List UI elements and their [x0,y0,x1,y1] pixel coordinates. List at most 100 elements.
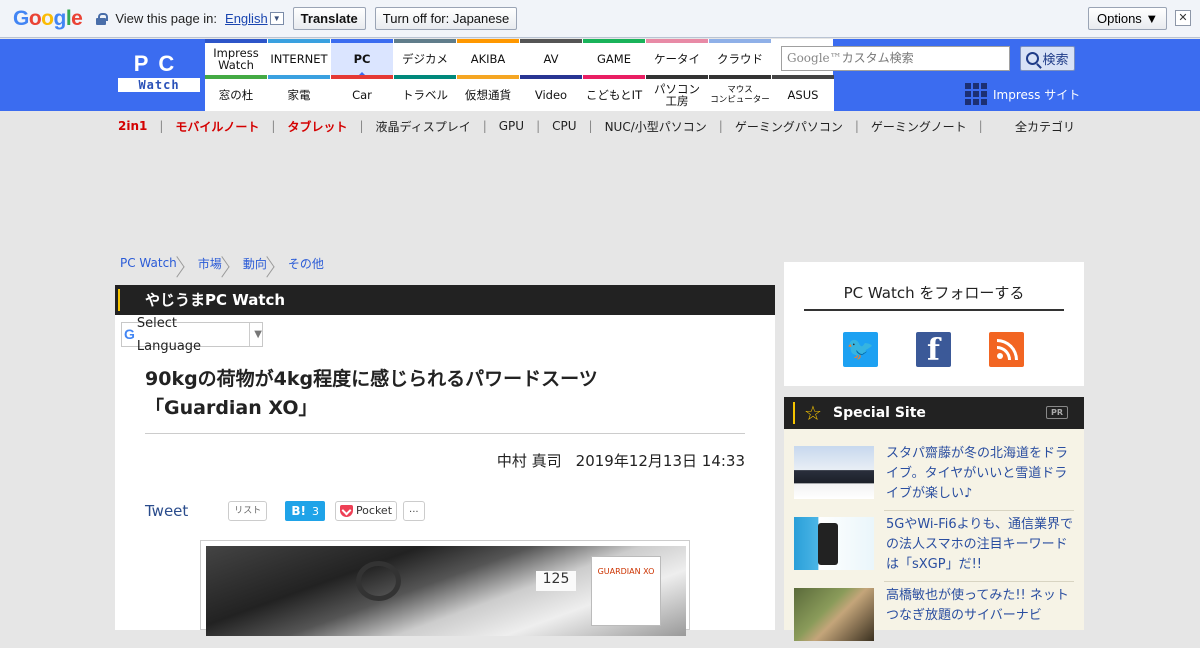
turn-off-button[interactable]: Turn off for: Japanese [374,7,518,30]
tweet-button[interactable]: Tweet [145,502,188,520]
item-thumbnail [794,446,874,499]
nav-item[interactable]: GAME [583,39,645,75]
google-logo-letter: e [71,6,83,30]
category-separator: | [978,119,983,133]
author: 中村 真司 [496,452,562,470]
category-separator: | [159,119,164,133]
list-button[interactable]: リスト [228,501,268,521]
language-select[interactable]: English [225,11,268,26]
all-categories-link[interactable]: 全カテゴリ [1015,118,1075,135]
item-thumbnail [794,517,874,570]
nav-item[interactable]: クラウド [709,39,771,75]
item-link[interactable]: 高橋敏也が使ってみた!! ネットつなぎ放題のサイバーナビ [886,586,1076,626]
breadcrumb-link[interactable]: その他 [288,255,324,272]
nav-item[interactable]: AV [520,39,582,75]
hatena-bookmark-button[interactable]: B! 3 [285,501,325,521]
list-item[interactable]: 高橋敏也が使ってみた!! ネットつなぎ放題のサイバーナビ [794,588,1074,648]
google-logo-letter: o [41,6,54,30]
category-link[interactable]: 2in1 [118,119,147,133]
list-item[interactable]: スタパ齋藤が冬の北海道をドライブ。タイヤがいいと雪道ドライブが楽しい♪ [794,444,1076,511]
list-item[interactable]: 5GやWi-Fi6よりも、通信業界での法人スマホの注目キーワードは「sXGP」だ… [794,515,1076,582]
pocket-button[interactable]: Pocket [334,501,398,521]
logo-pc-text: PC [133,51,185,76]
nav-item[interactable]: ケータイ [646,39,708,75]
nav-item[interactable]: トラベル [394,75,456,111]
chevron-right-icon [271,253,281,273]
special-site-box: ☆ Special Site PR スタパ齋藤が冬の北海道をドライブ。タイヤがい… [784,397,1084,641]
options-button[interactable]: Options ▼ [1088,7,1168,30]
nav-item[interactable]: マウス コンピューター [709,75,771,111]
select-language-dropdown[interactable]: G Select Language ▼ [121,316,263,354]
category-link[interactable]: CPU [552,119,576,133]
nav-item[interactable]: Video [520,75,582,111]
byline: 中村 真司 2019年12月13日 14:33 [497,450,745,471]
category-link[interactable]: タブレット [287,118,347,135]
category-link[interactable]: ゲーミングパソコン [735,118,843,135]
select-language-label: Select Language [136,315,202,354]
item-link[interactable]: スタパ齋藤が冬の北海道をドライブ。タイヤがいいと雪道ドライブが楽しい♪ [886,444,1076,504]
hatena-count: 3 [311,505,319,518]
nav-item[interactable]: ASUS [772,75,834,111]
nav-item[interactable]: デジカメ [394,39,456,75]
item-link[interactable]: 5GやWi-Fi6よりも、通信業界での法人スマホの注目キーワードは「sXGP」だ… [886,515,1076,575]
hatena-label: B! [291,504,306,518]
logo-watch-text: Watch [118,78,200,92]
close-icon[interactable]: ✕ [1175,10,1191,26]
article-title-line: 「Guardian XO」 [145,397,318,419]
category-link[interactable]: ゲーミングノート [871,118,967,135]
pc-watch-logo[interactable]: PC Watch [118,53,200,95]
section-title: やじうまPC Watch [115,285,775,315]
more-share-button[interactable]: ... [403,501,425,521]
special-site-title: Special Site [833,405,926,421]
nav-item[interactable]: Impress Watch [205,39,267,75]
search-brand: Google™ [787,51,842,65]
search-button-label: 検索 [1042,53,1069,68]
search-placeholder: カスタム検索 [841,51,914,65]
category-separator: | [854,119,859,133]
breadcrumb-link[interactable]: PC Watch [120,256,177,270]
nav-item[interactable]: Car [331,75,393,111]
nav-item[interactable]: パソコン 工房 [646,75,708,111]
category-separator: | [588,119,593,133]
category-link[interactable]: モバイルノート [175,118,259,135]
pocket-icon [339,505,353,517]
google-logo-letter: G [13,6,29,30]
article-photo[interactable]: 125 GUARDIAN XO [200,540,690,636]
article-title: 90kgの荷物が4kg程度に感じられるパワードスーツ 「Guardian XO」 [145,365,745,423]
twitter-icon[interactable]: 🐦 [843,332,878,367]
chevron-down-icon[interactable]: ▼ [269,12,284,25]
category-link[interactable]: NUC/小型パソコン [605,118,707,135]
category-separator: | [482,119,487,133]
nav-item[interactable]: こどもとIT [583,75,645,111]
translate-button[interactable]: Translate [292,7,366,30]
search-button[interactable]: 検索 [1020,46,1075,71]
category-bar: 2in1 | モバイルノート | タブレット | 液晶ディスプレイ | GPU | CPU | NUC/… [118,118,1078,134]
category-link[interactable]: GPU [499,119,524,133]
rss-icon[interactable] [989,332,1024,367]
impress-sites-link[interactable]: Impress サイト [965,83,1080,105]
nav-item[interactable]: AKIBA [457,39,519,75]
category-link[interactable]: 液晶ディスプレイ [376,118,471,135]
chevron-right-icon [181,253,191,273]
item-thumbnail [794,588,874,641]
photo-board: GUARDIAN XO [591,556,661,626]
lock-icon [96,12,109,25]
facebook-icon[interactable]: f [916,332,951,368]
title-divider [145,433,745,434]
site-nav: Impress Watch INTERNET PC デジカメ AKIBA AV GAME ケー… [205,39,834,111]
nav-item[interactable]: 仮想通貨 [457,75,519,111]
breadcrumb: PC Watch 市場 動向 その他 [120,253,324,273]
search-input[interactable]: Google™カスタム検索 [781,46,1010,71]
category-separator: | [359,119,364,133]
nav-item[interactable]: 窓の杜 [205,75,267,111]
chevron-right-icon [226,253,236,273]
pr-badge: PR [1045,406,1068,419]
nav-item[interactable]: PC [331,39,393,76]
nav-item[interactable]: INTERNET [268,39,330,75]
nav-item[interactable]: 家電 [268,75,330,111]
search-icon [1026,52,1040,65]
follow-divider [804,309,1064,311]
translate-bar: Google View this page in: English ▼ Tran… [0,0,1200,38]
pocket-label: Pocket [355,504,393,517]
site-header: PC Watch Impress Watch INTERNET PC デジカメ AKIB… [0,39,1200,111]
